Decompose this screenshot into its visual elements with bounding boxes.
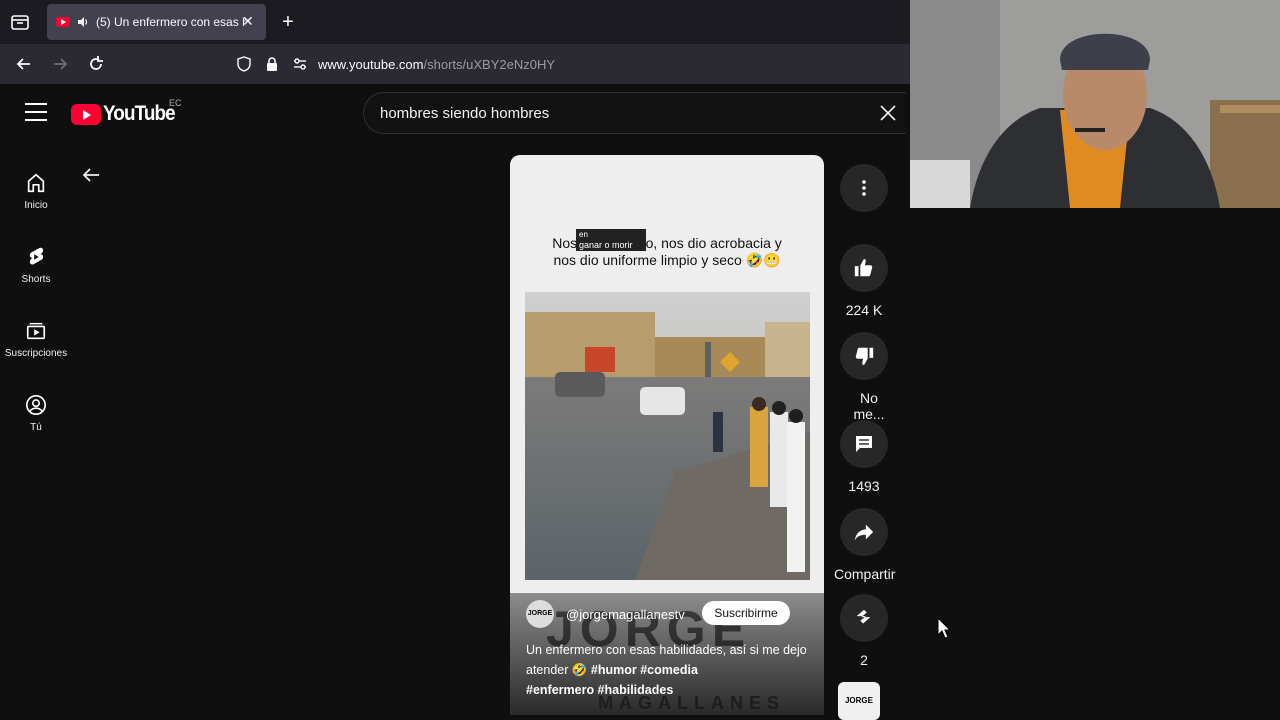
hashtags-1[interactable]: #humor #comedia — [591, 663, 698, 677]
home-icon — [27, 173, 45, 193]
short-video-player[interactable]: Nos dio permiso, nos dio acrobacia y nos… — [510, 155, 824, 715]
video-description[interactable]: Un enfermero con esas habilidades, así s… — [526, 640, 816, 700]
subscriptions-icon — [26, 322, 46, 340]
search-box[interactable]: hombres siendo hombres — [363, 92, 906, 134]
channel-row: JORGE @jorgemagallanestv — [526, 600, 685, 628]
subscribe-button[interactable]: Suscribirme — [702, 601, 790, 625]
tooltip-line-1: en — [579, 230, 588, 239]
remix-button[interactable]: 2 — [834, 594, 894, 668]
speaker-icon[interactable] — [77, 16, 89, 28]
sidebar-item-label: Shorts — [21, 274, 51, 285]
comment-icon — [856, 436, 872, 452]
more-options-button[interactable] — [834, 164, 894, 212]
translation-tooltip: en ganar o morir — [576, 229, 646, 251]
channel-handle[interactable]: @jorgemagallanestv — [566, 607, 685, 622]
video-frame-street-scene — [525, 292, 810, 580]
like-count: 224 K — [845, 302, 883, 318]
sidebar-item-tu[interactable]: Tú — [0, 378, 72, 452]
thumbs-down-icon — [855, 347, 874, 366]
remix-count: 2 — [860, 652, 868, 668]
shield-icon[interactable] — [236, 56, 252, 72]
browser-tab-active[interactable]: (5) Un enfermero con esas habilidades ✕ — [47, 4, 266, 40]
like-button[interactable]: 224 K — [834, 244, 894, 318]
url-domain: www.youtube.com — [318, 57, 424, 72]
browser-tab-bar: (5) Un enfermero con esas habilidades ✕ … — [0, 0, 910, 44]
share-label: Compartir — [834, 566, 896, 582]
tab-title: (5) Un enfermero con esas habilidades — [96, 15, 246, 29]
webcam-overlay — [910, 0, 1280, 208]
youtube-wordmark: YouTube — [103, 102, 176, 125]
url-bar[interactable]: www.youtube.com/shorts/uXBY2eNz0HY — [226, 48, 910, 80]
sidebar-item-suscripciones[interactable]: Suscripciones — [0, 304, 72, 378]
comment-count: 1493 — [848, 478, 880, 494]
shorts-icon — [29, 247, 44, 265]
caption-line-2: nos dio uniforme limpio y seco 🤣😬 — [553, 252, 781, 268]
dislike-button[interactable]: No me... — [834, 332, 894, 422]
mouse-cursor-icon — [937, 617, 951, 639]
sidebar-item-label: Tú — [30, 422, 42, 433]
dislike-label: No me... — [853, 390, 885, 422]
back-arrow-icon[interactable] — [80, 164, 102, 186]
mini-guide-sidebar: Inicio Shorts Suscripciones Tú — [0, 144, 72, 720]
forward-icon[interactable] — [50, 54, 70, 74]
youtube-logo[interactable]: YouTube EC — [71, 98, 183, 126]
remix-icon — [856, 609, 871, 624]
url-text[interactable]: www.youtube.com/shorts/uXBY2eNz0HY — [318, 57, 555, 72]
reload-icon[interactable] — [86, 54, 106, 74]
more-vert-icon — [862, 180, 866, 196]
tooltip-line-2: ganar o morir — [579, 240, 633, 250]
you-icon — [26, 395, 46, 415]
hamburger-menu-icon[interactable] — [25, 103, 47, 121]
clear-search-icon[interactable] — [878, 103, 898, 123]
country-code: EC — [169, 98, 182, 108]
channel-thumbnail[interactable]: JORGE — [838, 682, 880, 720]
lock-icon[interactable] — [264, 56, 280, 72]
hashtags-2[interactable]: #enfermero #habilidades — [526, 683, 673, 697]
sidebar-item-label: Inicio — [24, 200, 48, 211]
browser-nav-bar: www.youtube.com/shorts/uXBY2eNz0HY — [0, 44, 910, 84]
new-tab-button[interactable]: + — [278, 12, 298, 32]
comments-button[interactable]: 1493 — [834, 420, 894, 494]
share-icon — [854, 524, 874, 541]
back-icon[interactable] — [14, 54, 34, 74]
share-button[interactable]: Compartir — [834, 508, 896, 582]
video-caption: Nos dio permiso, nos dio acrobacia y nos… — [510, 235, 824, 269]
permissions-icon[interactable] — [292, 56, 308, 72]
youtube-play-icon — [71, 103, 101, 125]
sidebar-item-inicio[interactable]: Inicio — [0, 156, 72, 230]
tab-close-icon[interactable]: ✕ — [242, 14, 256, 28]
sidebar-item-shorts[interactable]: Shorts — [0, 230, 72, 304]
url-path: /shorts/uXBY2eNz0HY — [423, 57, 556, 72]
thumbs-up-icon — [854, 258, 873, 277]
search-input[interactable]: hombres siendo hombres — [380, 105, 549, 122]
sidebar-item-label: Suscripciones — [4, 348, 68, 359]
youtube-favicon-icon — [56, 17, 70, 27]
channel-avatar[interactable]: JORGE — [526, 600, 554, 628]
tab-manager-icon[interactable] — [10, 12, 30, 32]
youtube-header: YouTube EC hombres siendo hombres — [0, 84, 910, 144]
